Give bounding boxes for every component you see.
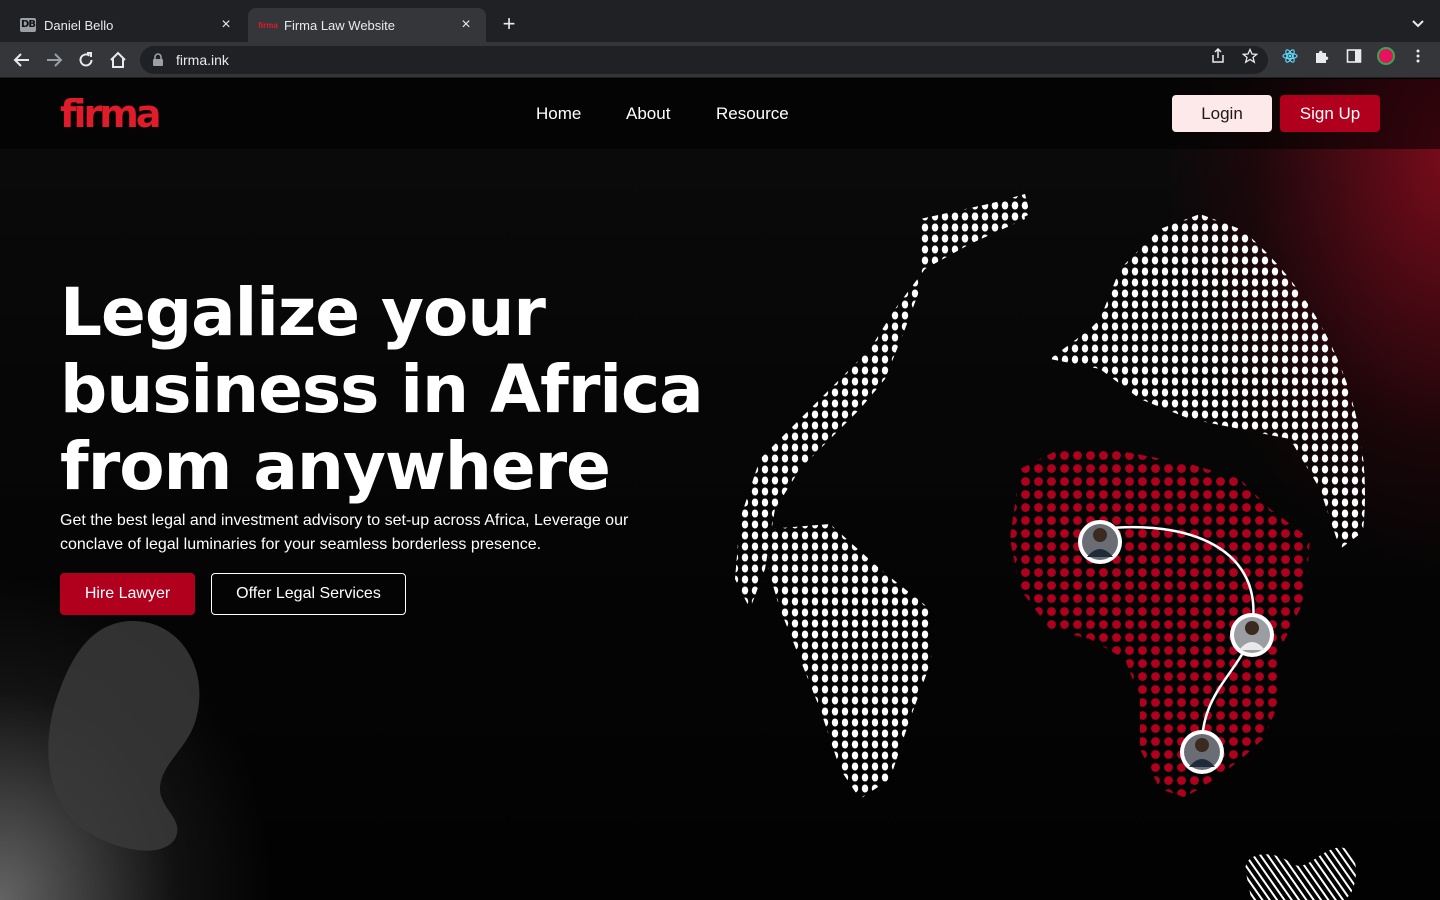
- forward-arrow-icon[interactable]: [42, 48, 66, 72]
- firma-website: firma Home About Resource Login Sign Up …: [0, 79, 1440, 900]
- back-arrow-icon[interactable]: [10, 48, 34, 72]
- react-devtools-icon[interactable]: [1282, 48, 1298, 64]
- site-navbar: firma Home About Resource Login Sign Up: [0, 79, 1440, 149]
- headline-line-3: from anywhere: [60, 428, 611, 505]
- browser-tab-daniel-bello[interactable]: DB Daniel Bello ×: [8, 8, 246, 42]
- profile-avatar-icon[interactable]: [1377, 47, 1395, 65]
- lock-icon: [153, 53, 163, 66]
- side-panel-icon[interactable]: [1346, 48, 1362, 64]
- new-tab-plus-icon[interactable]: +: [497, 13, 521, 37]
- dotted-globe-illustration: [735, 194, 1365, 799]
- browser-tab-firma[interactable]: firma Firma Law Website ×: [248, 8, 486, 42]
- nav-about[interactable]: About: [626, 104, 670, 124]
- lawyer-avatar-icon: [1230, 613, 1274, 657]
- browser-toolbar: firma.ink: [0, 42, 1440, 78]
- nav-home[interactable]: Home: [536, 104, 581, 124]
- hero-headline: Legalize your business in Africa from an…: [60, 274, 720, 505]
- sign-up-button[interactable]: Sign Up: [1280, 95, 1380, 132]
- bookmark-star-icon[interactable]: [1242, 48, 1258, 64]
- firma-logo[interactable]: firma: [60, 95, 162, 133]
- home-icon[interactable]: [106, 48, 130, 72]
- offer-legal-services-button[interactable]: Offer Legal Services: [211, 573, 406, 615]
- share-icon[interactable]: [1210, 48, 1226, 64]
- reload-icon[interactable]: [74, 48, 98, 72]
- close-tab-icon[interactable]: ×: [218, 17, 234, 33]
- lawyer-avatar-icon: [1180, 730, 1224, 774]
- decorative-striped-blob: [1245, 847, 1356, 900]
- lawyer-avatar-icon: [1078, 520, 1122, 564]
- hero-subtext: Get the best legal and investment adviso…: [60, 512, 629, 553]
- decorative-blob-shape: [48, 620, 200, 851]
- tab-search-chevron-icon[interactable]: [1410, 15, 1426, 31]
- headline-line-1: Legalize your: [60, 274, 546, 351]
- nav-resource[interactable]: Resource: [716, 104, 789, 124]
- close-tab-icon[interactable]: ×: [458, 17, 474, 33]
- browser-menu-icon[interactable]: [1410, 48, 1426, 64]
- tab-title: Firma Law Website: [284, 17, 396, 33]
- south-america-dots: [768, 524, 932, 799]
- db-favicon-icon: DB: [20, 18, 36, 32]
- url-text: firma.ink: [176, 52, 229, 68]
- address-bar[interactable]: firma.ink: [140, 46, 1268, 74]
- headline-line-2: business in Africa: [60, 351, 704, 428]
- login-button[interactable]: Login: [1172, 95, 1272, 132]
- tab-title: Daniel Bello: [44, 17, 114, 33]
- browser-tab-strip: DB Daniel Bello × firma Firma Law Websit…: [0, 0, 1440, 42]
- hire-lawyer-button[interactable]: Hire Lawyer: [60, 573, 195, 615]
- madagascar-dots: [1272, 714, 1300, 769]
- extensions-puzzle-icon[interactable]: [1314, 48, 1330, 64]
- firma-favicon-icon: firma: [258, 20, 278, 30]
